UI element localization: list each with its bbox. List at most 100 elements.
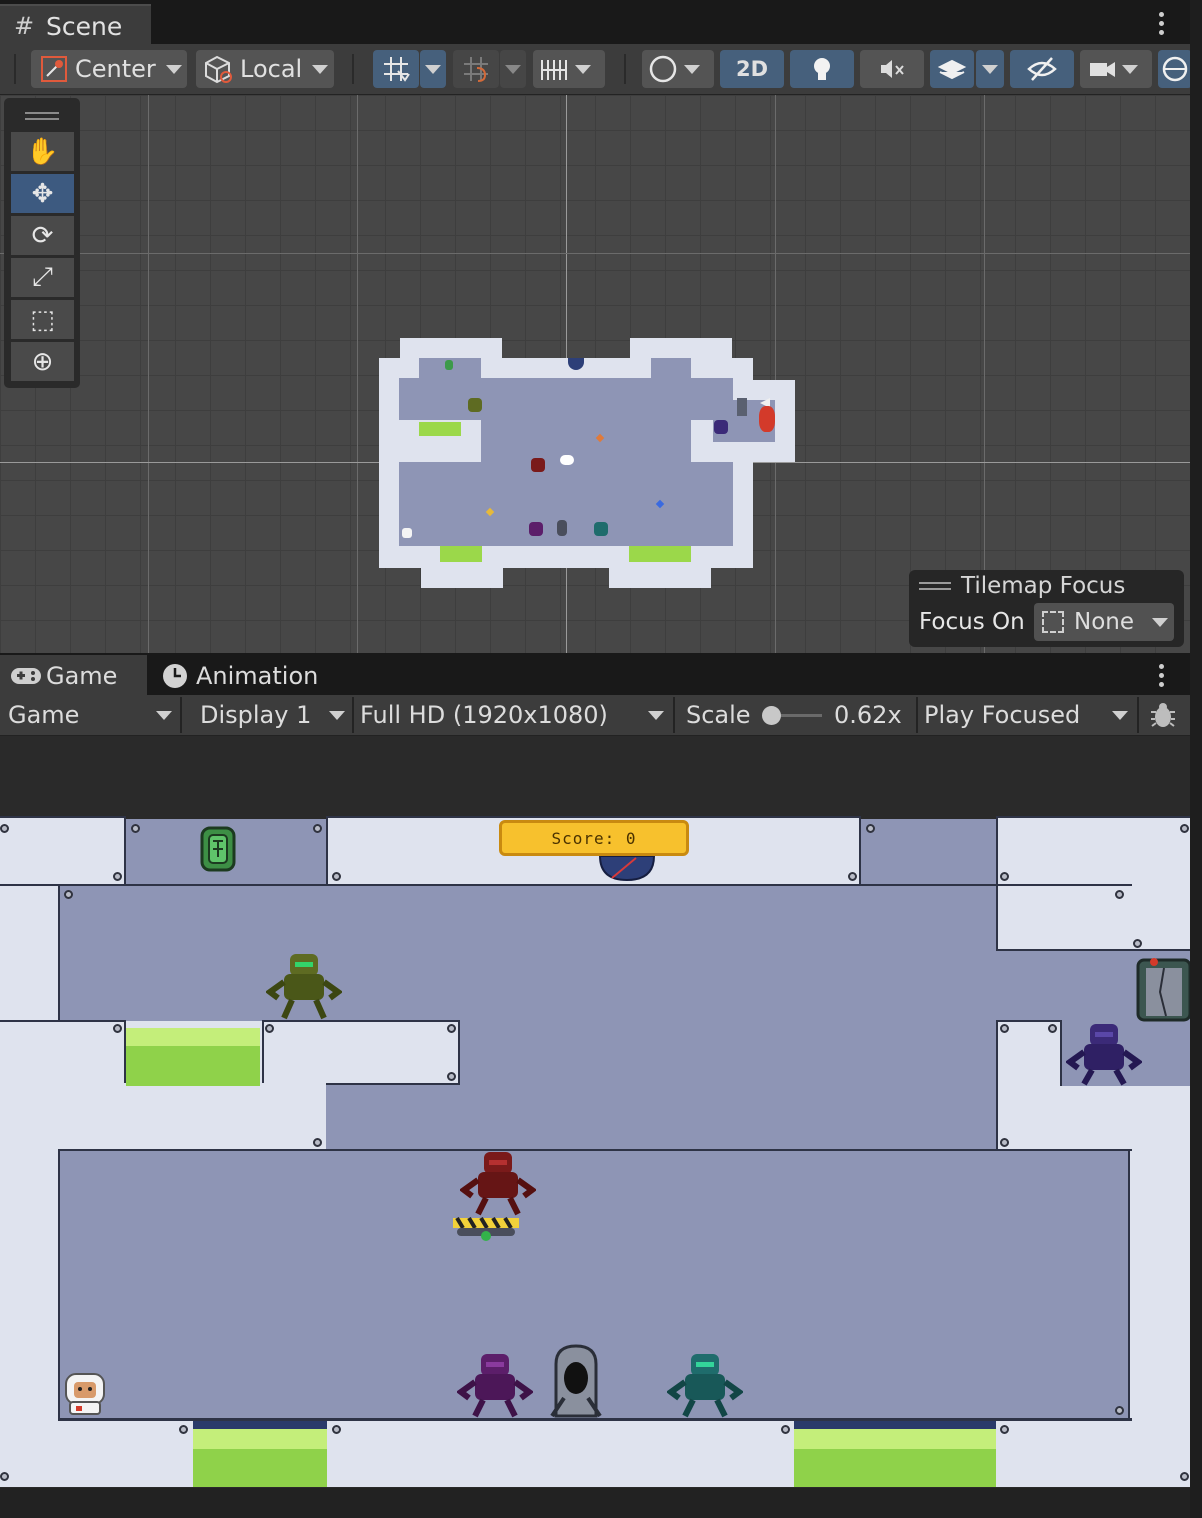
grid-icon: # (14, 12, 35, 40)
game-view-viewport[interactable]: Score: 0 (0, 736, 1190, 1496)
increment-snap-icon (464, 57, 488, 82)
tab-animation[interactable]: Animation (150, 655, 350, 695)
effects-options[interactable] (976, 50, 1004, 88)
grid-snap-toggle[interactable] (373, 50, 419, 88)
chevron-down-icon (312, 64, 329, 74)
game-view-dropdown[interactable]: Game (0, 697, 178, 733)
level-wall (609, 568, 711, 588)
scale-label: Scale (686, 701, 751, 729)
bolt (848, 872, 857, 881)
lighting-toggle[interactable] (790, 50, 854, 88)
enemy-olive (266, 954, 342, 1020)
game-view-label: Game (8, 701, 80, 729)
bolt (447, 1072, 456, 1081)
acid-surface (126, 1028, 260, 1046)
enemy-teal (667, 1354, 743, 1418)
toolbar-separator (1137, 697, 1139, 733)
exit-door (1136, 958, 1190, 1022)
focus-on-dropdown[interactable]: None (1034, 603, 1174, 641)
level-floor (651, 358, 691, 378)
level-ceiling (0, 816, 126, 886)
level-wall (400, 338, 502, 358)
cube-icon (205, 55, 232, 84)
scene-more-options-icon[interactable] (1159, 12, 1165, 39)
portal-object (598, 855, 656, 882)
increment-snap-toggle[interactable] (453, 50, 499, 88)
floor-edge (1128, 1151, 1130, 1419)
acid-surface (193, 1429, 327, 1449)
chevron-down-icon (982, 64, 998, 74)
level-floor (460, 1016, 996, 1086)
ruler-tools-dropdown[interactable] (533, 50, 605, 88)
overlay-drag-handle[interactable] (919, 582, 951, 584)
scene-toolbar: Center Local 2D (0, 44, 1202, 95)
hand-tool-button[interactable]: ✋ (11, 132, 74, 171)
toolbar-separator (624, 54, 626, 84)
pivot-mode-dropdown[interactable]: Center (31, 50, 187, 88)
scale-value: 0.62x (834, 701, 902, 729)
camera-settings-dropdown[interactable] (1080, 50, 1152, 88)
display-dropdown[interactable]: Display 1 (183, 697, 351, 733)
audio-toggle[interactable] (860, 50, 924, 88)
tab-game[interactable]: Game (0, 655, 147, 695)
enemy-olive (468, 398, 482, 412)
clock-icon (163, 664, 187, 688)
chevron-down-icon (425, 64, 441, 74)
tab-scene[interactable]: # Scene (0, 4, 151, 44)
scene-visibility-toggle[interactable] (1010, 50, 1074, 88)
scale-tool-button[interactable]: ⤢ (11, 258, 74, 297)
level-wall (421, 568, 503, 588)
chevron-down-icon (156, 711, 172, 720)
scene-level-preview[interactable] (379, 338, 799, 588)
acid-surface (794, 1429, 996, 1449)
hand-icon: ✋ (26, 136, 59, 167)
toolbar-separator (916, 697, 918, 733)
bolt (113, 872, 122, 881)
hidden-eye-icon (1027, 57, 1057, 81)
panel-drag-handle[interactable] (25, 112, 59, 114)
transform-tool-button[interactable]: ⊕ (11, 342, 74, 381)
enemy-purple (529, 522, 543, 536)
tab-scene-label: Scene (46, 12, 123, 41)
spawner-pod (550, 1344, 602, 1418)
bolt (332, 1425, 341, 1434)
bolt (179, 1425, 188, 1434)
camera-origin-marker (560, 455, 574, 465)
gizmos-toggle[interactable] (1158, 50, 1192, 88)
level-platform (0, 1020, 126, 1086)
pivot-rotation-dropdown[interactable]: Local (196, 50, 334, 88)
play-mode-dropdown[interactable]: Play Focused (919, 697, 1135, 733)
mute-icon (881, 60, 904, 78)
grid-major-line (357, 95, 358, 653)
toolbar-grip (14, 54, 16, 84)
move-tool-button[interactable]: ✥ (11, 174, 74, 213)
transform-tools-panel: ✋ ✥ ⟳ ⤢ ⬚ ⊕ (4, 98, 80, 388)
mode-2d-toggle[interactable]: 2D (720, 50, 784, 88)
shading-mode-dropdown[interactable] (642, 50, 714, 88)
grid-snap-options[interactable] (420, 50, 446, 88)
grid-major-line (148, 95, 149, 653)
bolt (1000, 1138, 1009, 1147)
bug-icon[interactable] (1148, 700, 1178, 730)
bolt (1115, 1406, 1124, 1415)
bolt (313, 824, 322, 833)
rect-tool-button[interactable]: ⬚ (11, 300, 74, 339)
increment-snap-options[interactable] (500, 50, 526, 88)
resolution-dropdown[interactable]: Full HD (1920x1080) (355, 697, 671, 733)
right-scrollbar[interactable] (1190, 0, 1202, 1518)
level-floor (860, 819, 996, 889)
player-astronaut (65, 1373, 105, 1415)
enemy-purple (457, 1354, 533, 1418)
enemy-red (531, 458, 545, 472)
shield-pickup (445, 360, 453, 370)
effects-toggle[interactable] (930, 50, 974, 88)
bolt (1048, 1024, 1057, 1033)
floor-edge (58, 884, 1132, 886)
game-more-options-icon[interactable] (1159, 664, 1165, 691)
acid-pool (419, 422, 461, 436)
rotate-tool-button[interactable]: ⟳ (11, 216, 74, 255)
play-mode-label: Play Focused (924, 701, 1081, 729)
scale-slider-thumb[interactable] (762, 706, 781, 725)
toolbar-separator (180, 697, 182, 733)
spawner-pod (557, 520, 567, 536)
